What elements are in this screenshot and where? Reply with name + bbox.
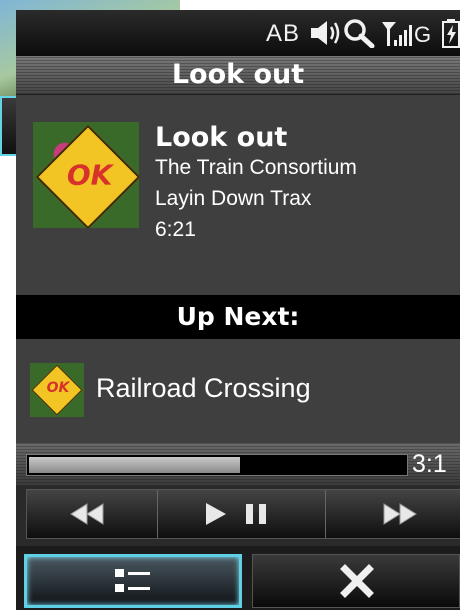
track-album: Layin Down Trax: [155, 187, 312, 210]
music-player-window: AB G Look out OK Look out The Train Cons…: [16, 10, 460, 610]
transport-controls: [16, 486, 460, 546]
up-next-item[interactable]: OK Railroad Crossing: [16, 339, 460, 443]
rewind-icon: [70, 503, 104, 525]
progress-bar[interactable]: [26, 454, 408, 476]
softkey-bar: [16, 546, 460, 610]
elapsed-time: 3:1: [412, 450, 447, 478]
play-pause-icon: [206, 503, 266, 525]
search-icon: [343, 18, 375, 54]
close-icon: [340, 564, 374, 598]
input-mode-indicator: AB: [266, 20, 301, 47]
up-next-title: Railroad Crossing: [96, 373, 311, 403]
playlist-button[interactable]: [24, 554, 242, 608]
track-duration: 6:21: [155, 218, 196, 241]
network-type-label: G: [414, 22, 433, 47]
rewind-button[interactable]: [27, 490, 157, 538]
close-button[interactable]: [252, 554, 460, 608]
fast-forward-icon: [383, 503, 417, 525]
track-title: Look out: [155, 122, 288, 153]
list-icon: [115, 569, 150, 592]
play-pause-button[interactable]: [157, 490, 326, 538]
page-title: Look out: [16, 56, 460, 95]
signal-icon: [381, 18, 415, 54]
fast-forward-button[interactable]: [325, 490, 460, 538]
progress-fill: [29, 457, 240, 473]
track-artist: The Train Consortium: [155, 156, 357, 179]
status-bar: AB G: [16, 10, 460, 56]
battery-icon: [442, 18, 460, 54]
album-art: OK: [33, 122, 139, 228]
now-playing-panel: OK Look out The Train Consortium Layin D…: [16, 95, 460, 295]
up-next-album-art: OK: [30, 363, 84, 417]
speaker-icon: [308, 18, 342, 54]
up-next-heading: Up Next:: [16, 295, 460, 339]
progress-area: 3:1: [16, 443, 460, 486]
